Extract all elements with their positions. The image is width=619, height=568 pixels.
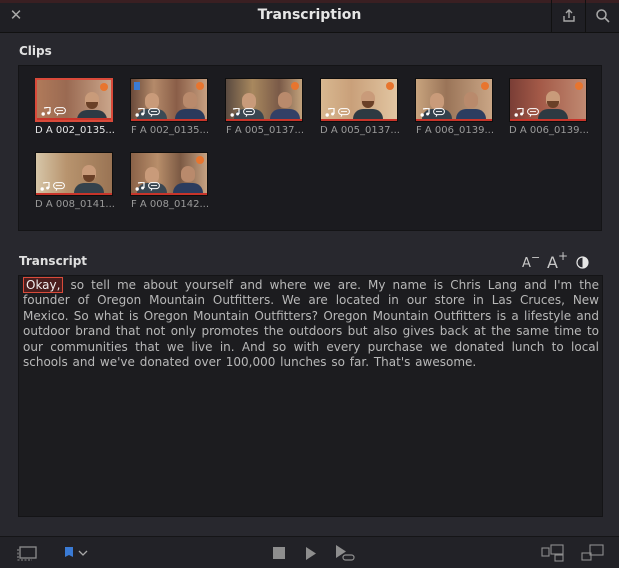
decrease-font-button[interactable]: A − xyxy=(520,251,542,272)
insert-clip-button[interactable] xyxy=(540,543,566,563)
append-clip-icon xyxy=(581,544,604,561)
decrease-font-sign: − xyxy=(531,251,541,264)
increase-font-label: A xyxy=(547,253,558,272)
audio-icon xyxy=(420,108,430,117)
transcript-bubble-icon xyxy=(243,108,255,117)
clip-item[interactable]: D A 006_0139... xyxy=(509,78,589,142)
marker-dot-icon xyxy=(575,82,583,90)
clip-name: D A 002_0135... xyxy=(35,125,115,136)
clip-thumbnail xyxy=(320,78,398,122)
append-clip-button[interactable] xyxy=(580,543,606,563)
transcript-heading: Transcript xyxy=(19,254,88,268)
clip-name: F A 002_0135... xyxy=(130,125,210,136)
bottom-toolbar xyxy=(0,536,619,568)
search-button[interactable] xyxy=(585,0,619,32)
play-button[interactable] xyxy=(302,545,320,561)
clip-thumbnail xyxy=(35,78,113,122)
clip-name: D A 008_0141... xyxy=(35,199,115,210)
chevron-down-icon xyxy=(78,550,87,556)
clip-view-button[interactable] xyxy=(16,543,40,563)
clips-heading: Clips xyxy=(19,44,52,58)
clip-name: D A 005_0137... xyxy=(320,125,400,136)
clip-name: F A 006_0139... xyxy=(415,125,495,136)
transcript-bubble-icon xyxy=(54,107,66,116)
transcript-bubble-icon xyxy=(53,182,65,191)
transcript-bubble-icon xyxy=(527,108,539,117)
clip-thumbnail xyxy=(415,78,493,122)
title-bar: ✕ Transcription xyxy=(0,0,619,33)
marker-dot-icon xyxy=(291,82,299,90)
audio-icon xyxy=(41,107,51,116)
play-icon xyxy=(306,546,316,560)
highlighted-word[interactable]: Okay, xyxy=(23,277,64,293)
flag-color-dropdown[interactable] xyxy=(60,544,90,562)
export-icon xyxy=(563,9,575,22)
transcript-toolbar: A − A + xyxy=(520,249,591,272)
transcript-bubble-icon xyxy=(148,182,160,191)
clip-item[interactable]: F A 008_0142... xyxy=(130,152,210,216)
search-icon xyxy=(596,9,610,23)
transcript-text[interactable]: Okay, so tell me about yourself and wher… xyxy=(19,276,603,370)
clip-name: F A 008_0142... xyxy=(130,199,210,210)
marker-dot-icon xyxy=(100,83,108,91)
clip-thumbnail xyxy=(225,78,303,122)
audio-icon xyxy=(135,108,145,117)
clip-thumbnail xyxy=(35,152,113,196)
clip-item[interactable]: D A 005_0137... xyxy=(320,78,400,142)
increase-font-sign: + xyxy=(558,249,569,263)
clip-item[interactable]: F A 002_0135... xyxy=(130,78,210,142)
clip-item[interactable]: F A 006_0139... xyxy=(415,78,495,142)
blue-flag-icon xyxy=(134,82,140,90)
marker-dot-icon xyxy=(196,82,204,90)
clip-thumbnail xyxy=(130,78,208,122)
marker-dot-icon xyxy=(196,156,204,164)
insert-clip-icon xyxy=(541,544,564,562)
flag-icon xyxy=(64,547,73,557)
marker-dot-icon xyxy=(386,82,394,90)
transcript-bubble-icon xyxy=(433,108,445,117)
audio-icon xyxy=(135,182,145,191)
marker-dot-icon xyxy=(481,82,489,90)
increase-font-button[interactable]: A + xyxy=(543,249,569,272)
transcript-bubble-icon xyxy=(148,108,160,117)
stop-icon xyxy=(273,547,285,559)
transcript-bubble-icon xyxy=(338,108,350,117)
contrast-toggle[interactable] xyxy=(573,252,591,272)
clip-thumbnail xyxy=(130,152,208,196)
clip-name: D A 006_0139... xyxy=(509,125,589,136)
clip-thumbnail xyxy=(509,78,587,122)
transcript-panel[interactable]: Okay, so tell me about yourself and wher… xyxy=(18,275,603,517)
stop-button[interactable] xyxy=(270,545,288,561)
audio-icon xyxy=(514,108,524,117)
clips-panel: D A 002_0135... F A 002_0135... F A 005_… xyxy=(18,65,602,231)
clip-item[interactable]: D A 008_0141... xyxy=(35,152,115,216)
clip-view-icon xyxy=(17,546,37,561)
clip-item[interactable]: F A 005_0137... xyxy=(225,78,305,142)
window-title: Transcription xyxy=(257,7,362,23)
play-loop-button[interactable] xyxy=(333,543,357,563)
contrast-icon xyxy=(575,255,589,269)
timeline-strip xyxy=(0,0,619,3)
clip-name: F A 005_0137... xyxy=(225,125,305,136)
audio-icon xyxy=(325,108,335,117)
audio-icon xyxy=(40,182,50,191)
audio-icon xyxy=(230,108,240,117)
decrease-font-label: A xyxy=(522,256,531,271)
transcript-body: so tell me about yourself and where we a… xyxy=(23,278,599,370)
play-loop-icon xyxy=(336,545,355,561)
export-button[interactable] xyxy=(551,0,586,32)
clip-item[interactable]: D A 002_0135... xyxy=(35,78,115,142)
